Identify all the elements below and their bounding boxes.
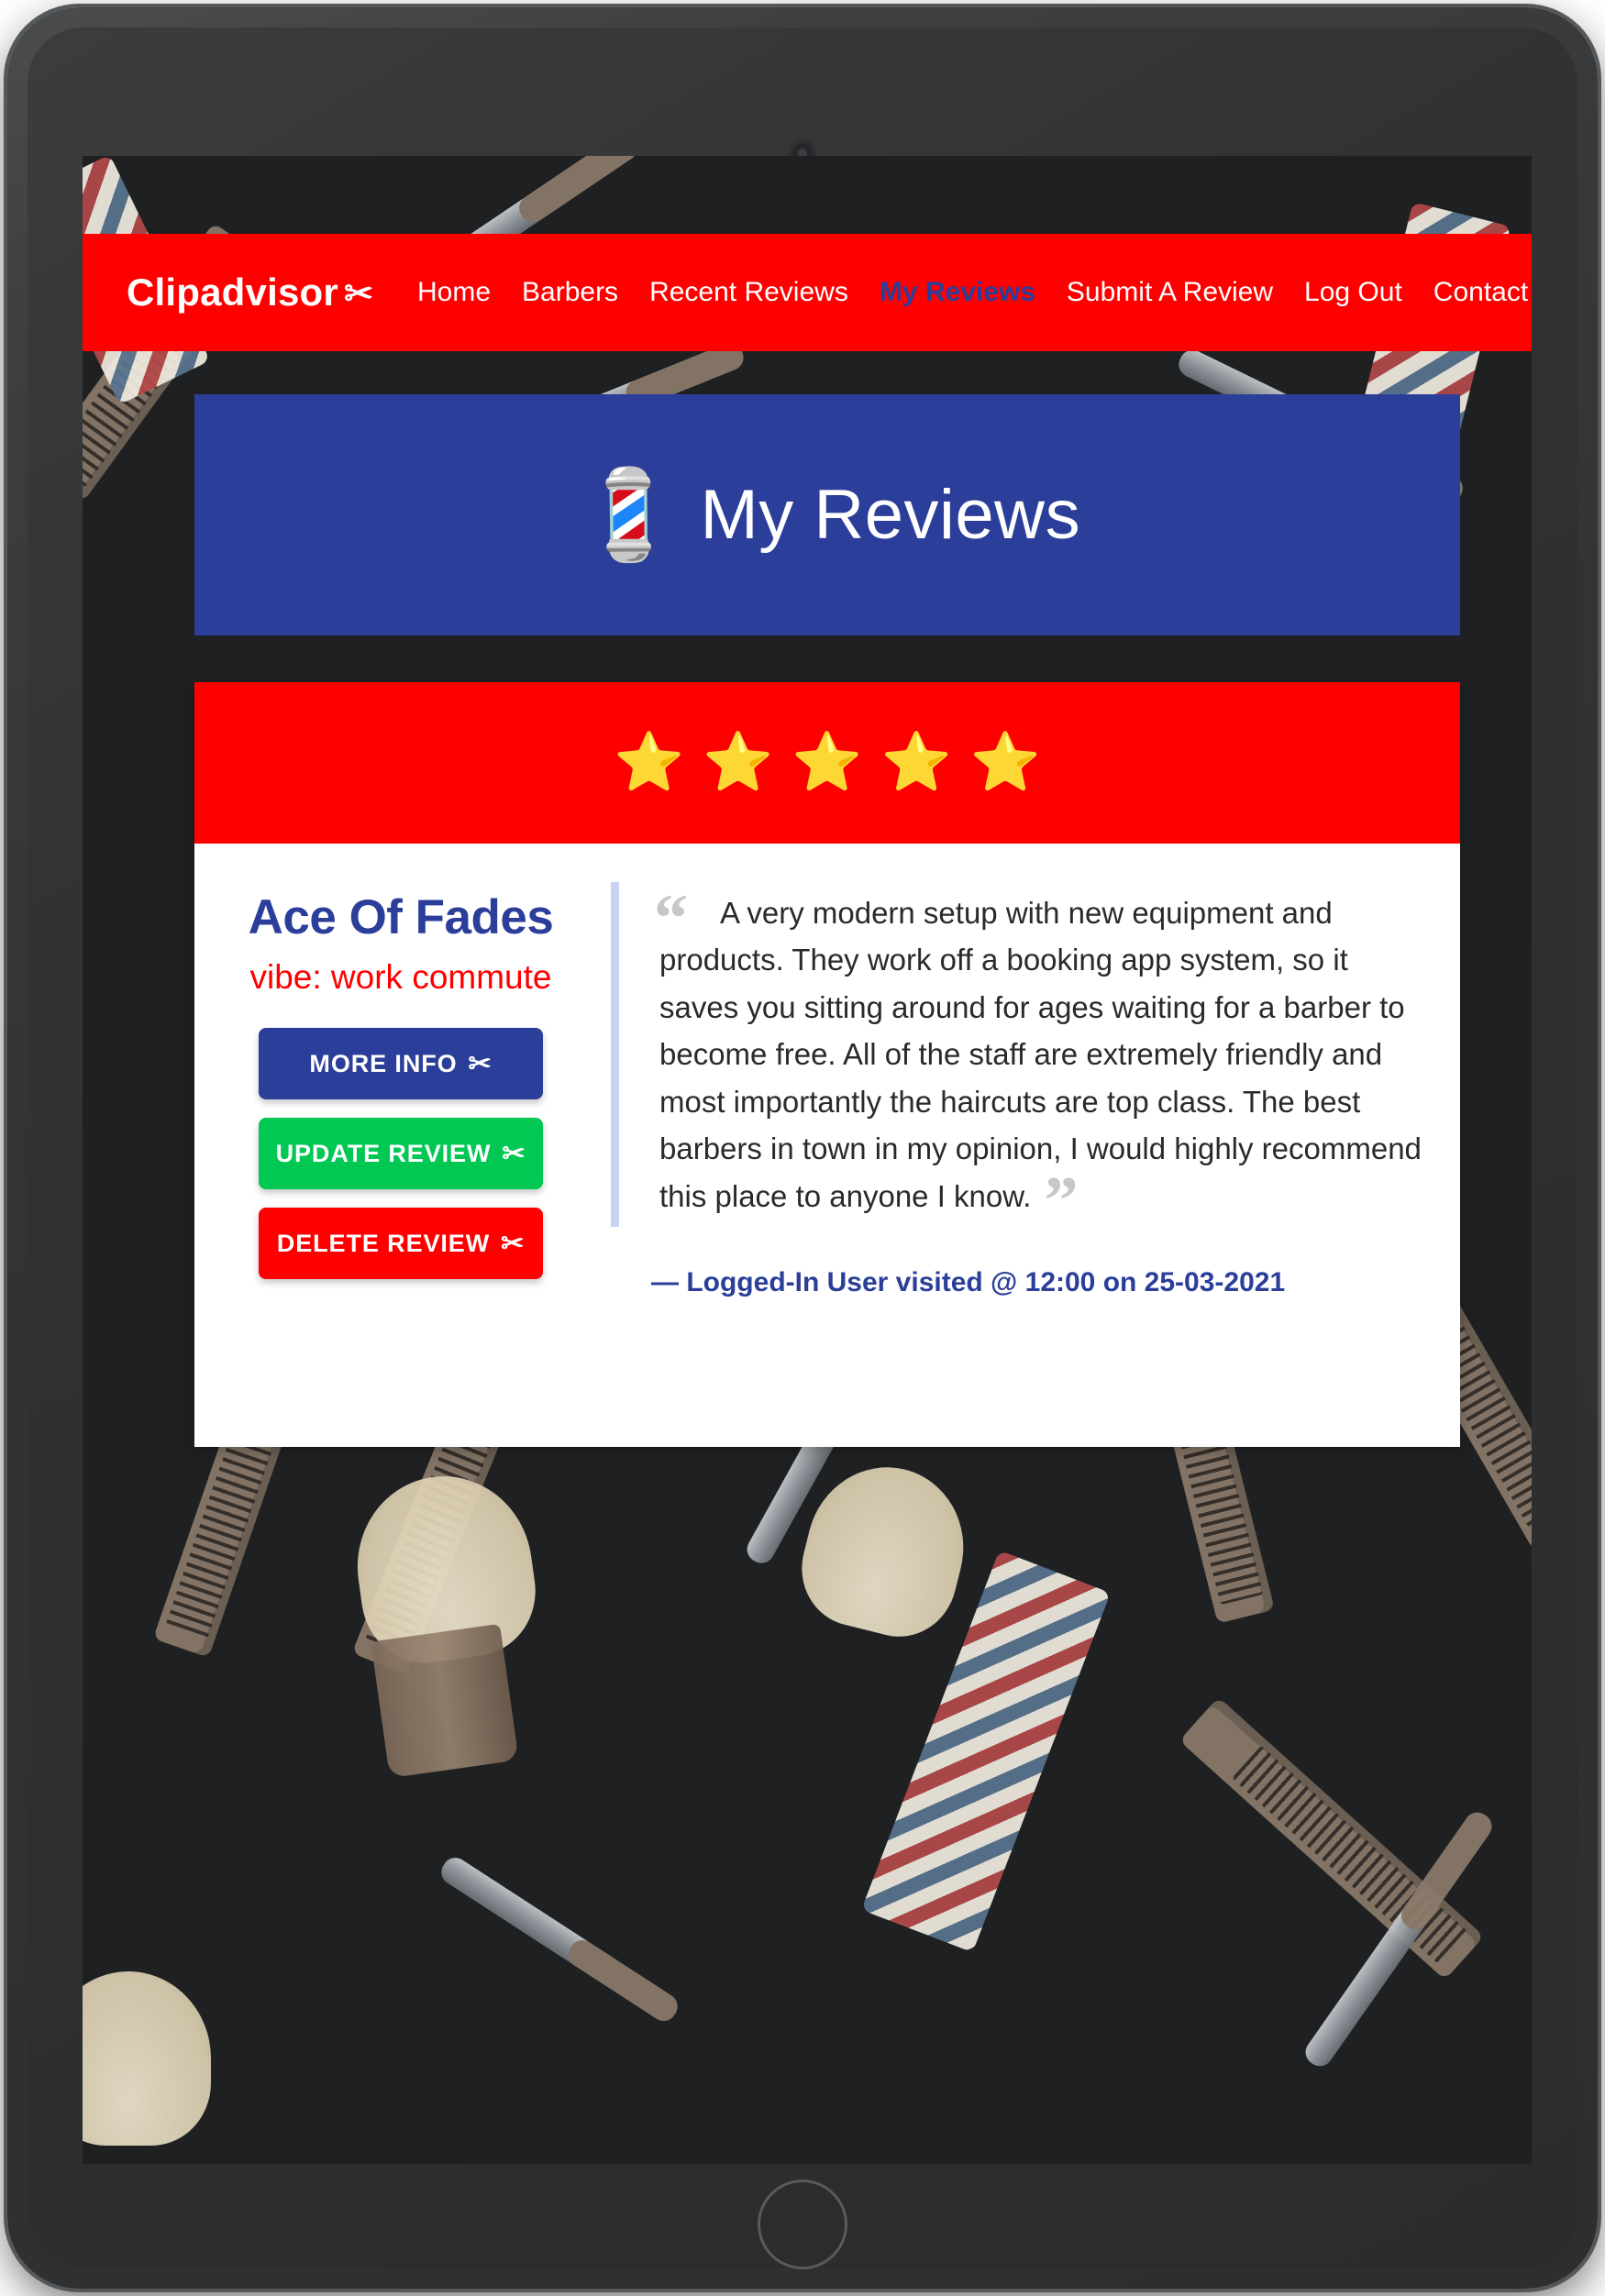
nav-item-my-reviews[interactable]: My Reviews bbox=[880, 277, 1035, 308]
review-card: ⭐ ⭐ ⭐ ⭐ ⭐ Ace Of Fades vibe: work commut… bbox=[194, 682, 1460, 1447]
scissors-icon: ✂ bbox=[343, 275, 373, 314]
scissors-icon: ✂ bbox=[468, 1048, 493, 1079]
review-quote: “ A very modern setup with new equipment… bbox=[611, 882, 1429, 1235]
brand-name: Clipadvisor bbox=[127, 270, 338, 314]
review-text: A very modern setup with new equipment a… bbox=[659, 889, 1429, 1235]
page-title: My Reviews bbox=[700, 476, 1081, 554]
rating-star-2: ⭐ bbox=[703, 731, 774, 794]
tablet-bezel: Clipadvisor ✂ Home Barbers Recent Reviews… bbox=[28, 28, 1577, 2269]
review-summary-column: Ace Of Fades vibe: work commute MORE INF… bbox=[226, 882, 576, 1298]
nav-item-contact[interactable]: Contact bbox=[1433, 277, 1528, 308]
quote-close-mark: ” bbox=[1044, 1163, 1079, 1239]
device-screen: Clipadvisor ✂ Home Barbers Recent Reviews… bbox=[83, 156, 1532, 2164]
nav-item-log-out[interactable]: Log Out bbox=[1304, 277, 1402, 308]
brand-logo[interactable]: Clipadvisor ✂ bbox=[127, 270, 373, 315]
rating-star-5: ⭐ bbox=[969, 731, 1041, 794]
nav-item-barbers[interactable]: Barbers bbox=[522, 277, 618, 308]
rating-star-4: ⭐ bbox=[880, 731, 952, 794]
barber-vibe: vibe: work commute bbox=[249, 958, 552, 997]
home-button[interactable] bbox=[758, 2180, 847, 2269]
nav-item-recent-reviews[interactable]: Recent Reviews bbox=[649, 277, 848, 308]
rating-star-3: ⭐ bbox=[791, 731, 863, 794]
rating-star-1: ⭐ bbox=[613, 731, 685, 794]
delete-review-label: DELETE REVIEW bbox=[276, 1229, 491, 1257]
review-text-body: A very modern setup with new equipment a… bbox=[659, 896, 1422, 1213]
delete-review-button[interactable]: DELETE REVIEW ✂ bbox=[259, 1208, 543, 1280]
more-info-label: MORE INFO bbox=[309, 1049, 458, 1077]
update-review-label: UPDATE REVIEW bbox=[275, 1139, 492, 1167]
barber-pole-icon: 💈 bbox=[573, 465, 684, 564]
tablet-device-frame: Clipadvisor ✂ Home Barbers Recent Reviews… bbox=[7, 7, 1598, 2289]
review-content-column: “ A very modern setup with new equipment… bbox=[576, 882, 1429, 1298]
scissors-icon: ✂ bbox=[501, 1228, 526, 1259]
page-banner: 💈 My Reviews bbox=[194, 394, 1460, 635]
barber-name: Ace Of Fades bbox=[248, 890, 554, 944]
review-actions: MORE INFO ✂ UPDATE REVIEW ✂ DELETE REVIE… bbox=[226, 1028, 576, 1280]
nav-item-submit-a-review[interactable]: Submit A Review bbox=[1067, 277, 1273, 308]
rating-bar: ⭐ ⭐ ⭐ ⭐ ⭐ bbox=[194, 682, 1460, 844]
nav-item-home[interactable]: Home bbox=[417, 277, 491, 308]
review-author-meta: — Logged-In User visited @ 12:00 on 25-0… bbox=[651, 1267, 1286, 1298]
more-info-button[interactable]: MORE INFO ✂ bbox=[259, 1028, 543, 1100]
nav-links: Home Barbers Recent Reviews My Reviews S… bbox=[417, 277, 1528, 308]
scissors-icon: ✂ bbox=[502, 1138, 526, 1169]
update-review-button[interactable]: UPDATE REVIEW ✂ bbox=[259, 1118, 543, 1190]
review-card-body: Ace Of Fades vibe: work commute MORE INF… bbox=[194, 844, 1460, 1335]
main-navbar: Clipadvisor ✂ Home Barbers Recent Reviews… bbox=[83, 234, 1532, 351]
